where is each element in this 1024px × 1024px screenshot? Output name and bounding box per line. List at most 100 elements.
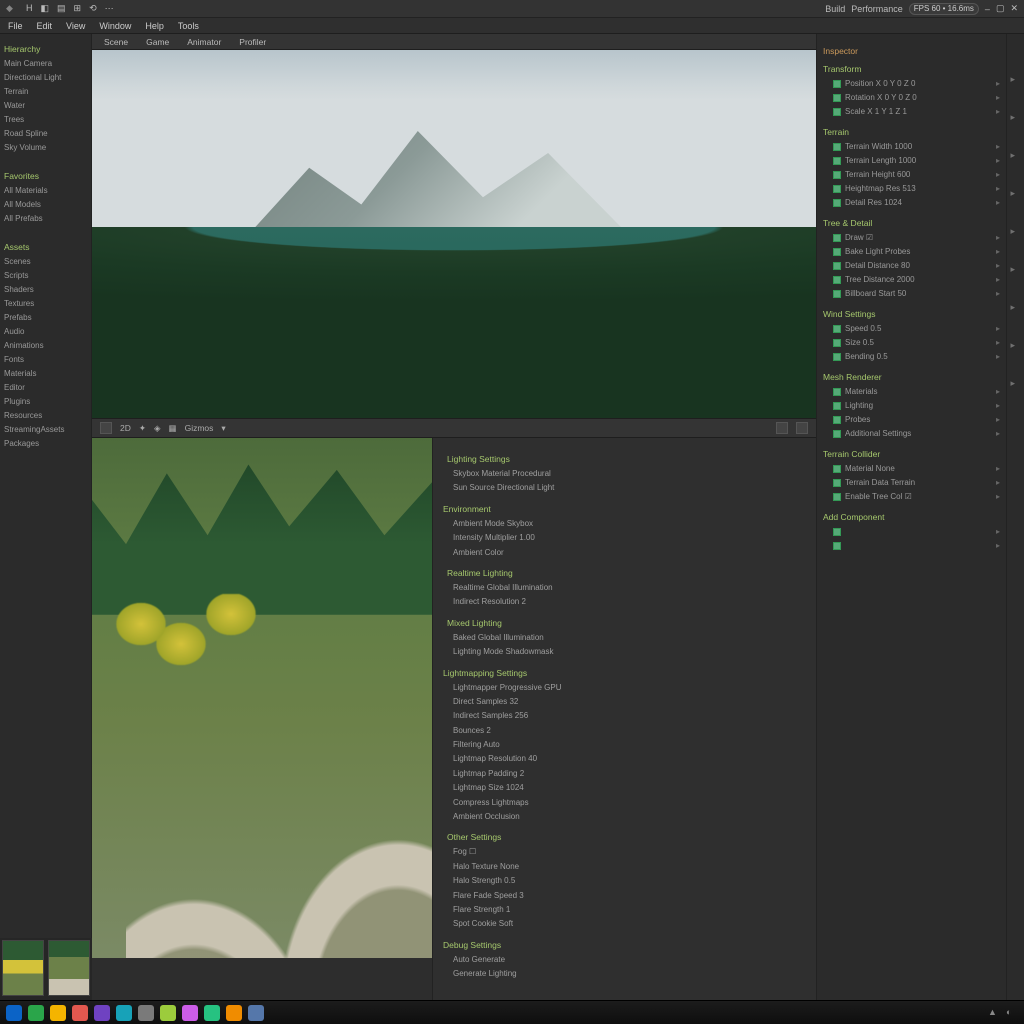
section-header[interactable]: Debug Settings xyxy=(443,940,806,950)
taskbar-app[interactable] xyxy=(160,1005,176,1021)
property-row[interactable]: Generate Lighting xyxy=(443,967,806,981)
hierarchy-item[interactable]: Trees xyxy=(4,113,87,127)
inspector-row[interactable]: Speed 0.5▸ xyxy=(823,322,1000,336)
property-row[interactable]: Compress Lightmaps xyxy=(443,796,806,810)
left-header-assets[interactable]: Assets xyxy=(4,242,87,252)
inspector-row[interactable]: Probes▸ xyxy=(823,413,1000,427)
property-row[interactable]: Bounces 2 xyxy=(443,724,806,738)
menu-help[interactable]: Help xyxy=(145,21,164,31)
taskbar-app[interactable] xyxy=(72,1005,88,1021)
collapse-icon[interactable]: ▸ xyxy=(1011,188,1021,198)
section-header[interactable]: Other Settings xyxy=(443,832,806,842)
tray-icon[interactable]: ◐ xyxy=(1006,1007,1018,1019)
collapse-icon[interactable]: ▸ xyxy=(1011,112,1021,122)
inspector-row[interactable]: Rotation X 0 Y 0 Z 0▸ xyxy=(823,91,1000,105)
maximize-icon[interactable]: ▢ xyxy=(996,3,1005,14)
assets-item[interactable]: StreamingAssets xyxy=(4,423,87,437)
assets-item[interactable]: Materials xyxy=(4,367,87,381)
inspector-row[interactable]: Size 0.5▸ xyxy=(823,336,1000,350)
inspector-section-header[interactable]: Terrain xyxy=(823,127,1000,137)
taskbar-app[interactable] xyxy=(226,1005,242,1021)
tool-icon[interactable]: ▦ xyxy=(169,423,177,434)
hierarchy-item[interactable]: Water xyxy=(4,99,87,113)
titlebar-item[interactable]: ⋯ xyxy=(105,3,114,15)
menu-window[interactable]: Window xyxy=(99,21,131,31)
inspector-row[interactable]: Materials▸ xyxy=(823,385,1000,399)
close-icon[interactable]: ✕ xyxy=(1010,3,1018,14)
collapse-icon[interactable]: ▸ xyxy=(1011,378,1021,388)
assets-item[interactable]: Plugins xyxy=(4,395,87,409)
inspector-section-header[interactable]: Mesh Renderer xyxy=(823,372,1000,382)
grid-icon[interactable] xyxy=(776,422,788,434)
assets-item[interactable]: Shaders xyxy=(4,283,87,297)
inspector-row[interactable]: Billboard Start 50▸ xyxy=(823,287,1000,301)
hierarchy-item[interactable]: Sky Volume xyxy=(4,141,87,155)
collapse-icon[interactable]: ▸ xyxy=(1011,74,1021,84)
collapse-icon[interactable]: ▸ xyxy=(1011,264,1021,274)
tool-2d[interactable]: 2D xyxy=(120,423,131,433)
favorites-item[interactable]: All Materials xyxy=(4,184,87,198)
inspector-section-header[interactable]: Wind Settings xyxy=(823,309,1000,319)
thumbnail[interactable] xyxy=(48,940,90,996)
property-row[interactable]: Skybox Material Procedural xyxy=(443,467,806,481)
tool-more[interactable]: ▾ xyxy=(221,423,225,434)
titlebar-item[interactable]: ▤ xyxy=(57,3,66,15)
inspector-row[interactable]: Terrain Length 1000▸ xyxy=(823,154,1000,168)
property-row[interactable]: Filtering Auto xyxy=(443,738,806,752)
menu-tools[interactable]: Tools xyxy=(178,21,199,31)
property-row[interactable]: Lightmapper Progressive GPU xyxy=(443,681,806,695)
property-row[interactable]: Lightmap Padding 2 xyxy=(443,767,806,781)
maximize-viewport-icon[interactable] xyxy=(796,422,808,434)
taskbar-app[interactable] xyxy=(138,1005,154,1021)
section-header[interactable]: Realtime Lighting xyxy=(443,568,806,578)
taskbar-app[interactable] xyxy=(6,1005,22,1021)
inspector-row[interactable]: Tree Distance 2000▸ xyxy=(823,273,1000,287)
property-row[interactable]: Lightmap Resolution 40 xyxy=(443,752,806,766)
inspector-row[interactable]: ▸ xyxy=(823,539,1000,553)
property-row[interactable]: Direct Samples 32 xyxy=(443,695,806,709)
property-row[interactable]: Lighting Mode Shadowmask xyxy=(443,645,806,659)
favorites-item[interactable]: All Models xyxy=(4,198,87,212)
titlebar-item[interactable]: H xyxy=(26,3,33,15)
inspector-row[interactable]: Material None▸ xyxy=(823,462,1000,476)
assets-item[interactable]: Textures xyxy=(4,297,87,311)
assets-item[interactable]: Animations xyxy=(4,339,87,353)
inspector-row[interactable]: Bake Light Probes▸ xyxy=(823,245,1000,259)
assets-item[interactable]: Prefabs xyxy=(4,311,87,325)
inspector-row[interactable]: Heightmap Res 513▸ xyxy=(823,182,1000,196)
inspector-row[interactable]: Enable Tree Col ☑▸ xyxy=(823,490,1000,504)
inspector-section-header[interactable]: Terrain Collider xyxy=(823,449,1000,459)
menu-edit[interactable]: Edit xyxy=(37,21,53,31)
titlebar-item[interactable]: ◧ xyxy=(41,3,50,15)
favorites-item[interactable]: All Prefabs xyxy=(4,212,87,226)
property-row[interactable]: Fog ☐ xyxy=(443,845,806,859)
property-row[interactable]: Sun Source Directional Light xyxy=(443,481,806,495)
property-row[interactable]: Flare Fade Speed 3 xyxy=(443,889,806,903)
property-row[interactable]: Baked Global Illumination xyxy=(443,631,806,645)
inspector-row[interactable]: Bending 0.5▸ xyxy=(823,350,1000,364)
left-header-favorites[interactable]: Favorites xyxy=(4,171,87,181)
collapse-icon[interactable]: ▸ xyxy=(1011,340,1021,350)
left-header-hierarchy[interactable]: Hierarchy xyxy=(4,44,87,54)
inspector-header[interactable]: Inspector xyxy=(823,46,1000,56)
property-row[interactable]: Ambient Occlusion xyxy=(443,810,806,824)
assets-item[interactable]: Packages xyxy=(4,437,87,451)
secondary-viewport[interactable] xyxy=(92,438,432,958)
thumbnail[interactable] xyxy=(2,940,44,996)
inspector-row[interactable]: Terrain Height 600▸ xyxy=(823,168,1000,182)
tray-icon[interactable]: ▲ xyxy=(988,1007,1000,1019)
property-row[interactable]: Ambient Mode Skybox xyxy=(443,517,806,531)
tool-icon[interactable] xyxy=(100,422,112,434)
titlebar-item[interactable]: ⊞ xyxy=(74,3,82,15)
inspector-row[interactable]: Position X 0 Y 0 Z 0▸ xyxy=(823,77,1000,91)
inspector-section-header[interactable]: Transform xyxy=(823,64,1000,74)
assets-item[interactable]: Scenes xyxy=(4,255,87,269)
scene-viewport[interactable] xyxy=(92,50,816,418)
taskbar-app[interactable] xyxy=(94,1005,110,1021)
inspector-row[interactable]: ▸ xyxy=(823,525,1000,539)
section-header[interactable]: Lighting Settings xyxy=(443,454,806,464)
inspector-section-header[interactable]: Tree & Detail xyxy=(823,218,1000,228)
assets-item[interactable]: Editor xyxy=(4,381,87,395)
taskbar-app[interactable] xyxy=(28,1005,44,1021)
property-row[interactable]: Halo Texture None xyxy=(443,860,806,874)
